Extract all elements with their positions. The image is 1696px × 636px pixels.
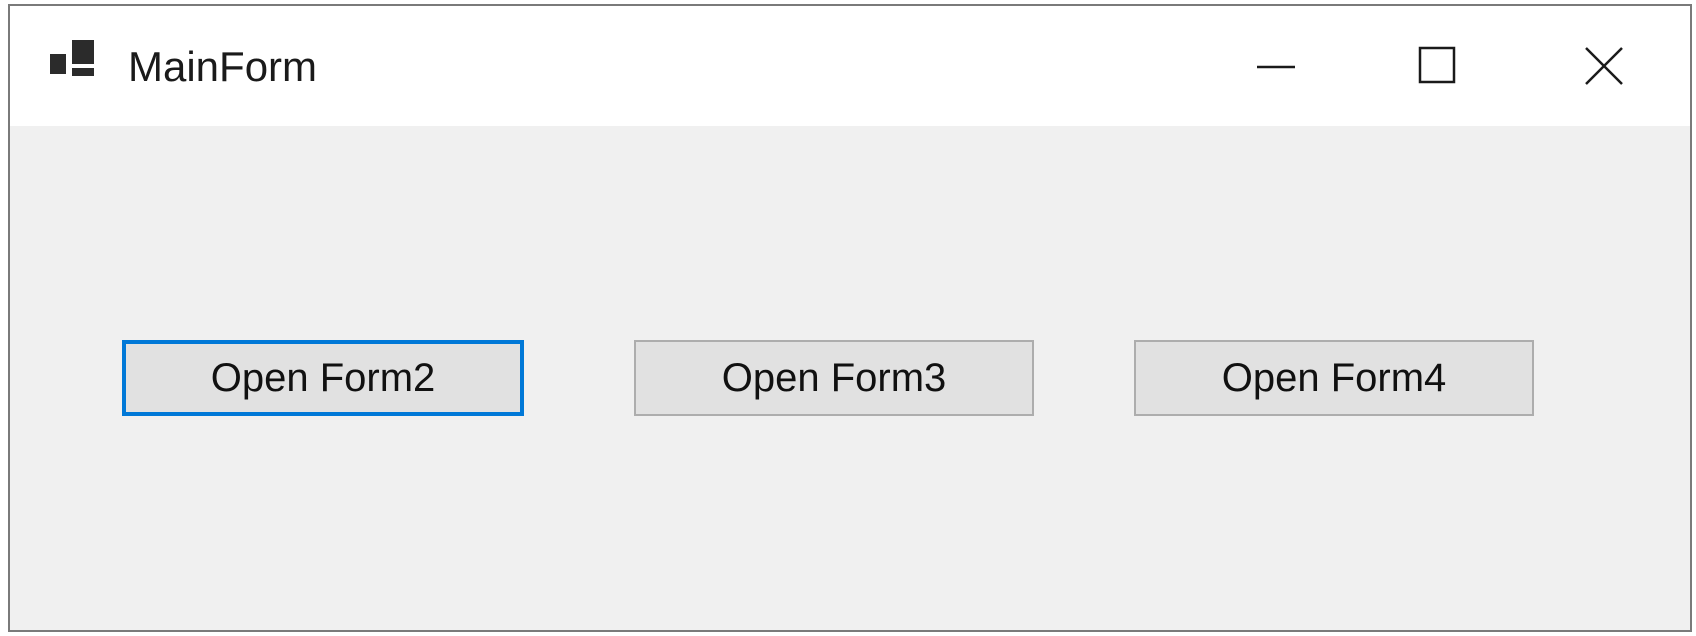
open-form4-button[interactable]: Open Form4 xyxy=(1134,340,1534,416)
minimize-button[interactable] xyxy=(1194,6,1358,126)
title-bar[interactable]: MainForm xyxy=(10,6,1690,126)
close-icon xyxy=(1584,46,1624,86)
open-form3-button[interactable]: Open Form3 xyxy=(634,340,1034,416)
maximize-icon xyxy=(1418,46,1458,86)
app-window-icon xyxy=(50,40,100,86)
form-client-area: Open Form2 Open Form3 Open Form4 xyxy=(10,126,1690,630)
window-title: MainForm xyxy=(128,43,318,90)
open-form2-button[interactable]: Open Form2 xyxy=(122,340,524,416)
minimize-icon xyxy=(1256,46,1296,86)
main-window: MainForm Open Form2 Open Form3 Open Form… xyxy=(8,4,1692,632)
maximize-button[interactable] xyxy=(1356,6,1520,126)
close-button[interactable] xyxy=(1522,6,1686,126)
